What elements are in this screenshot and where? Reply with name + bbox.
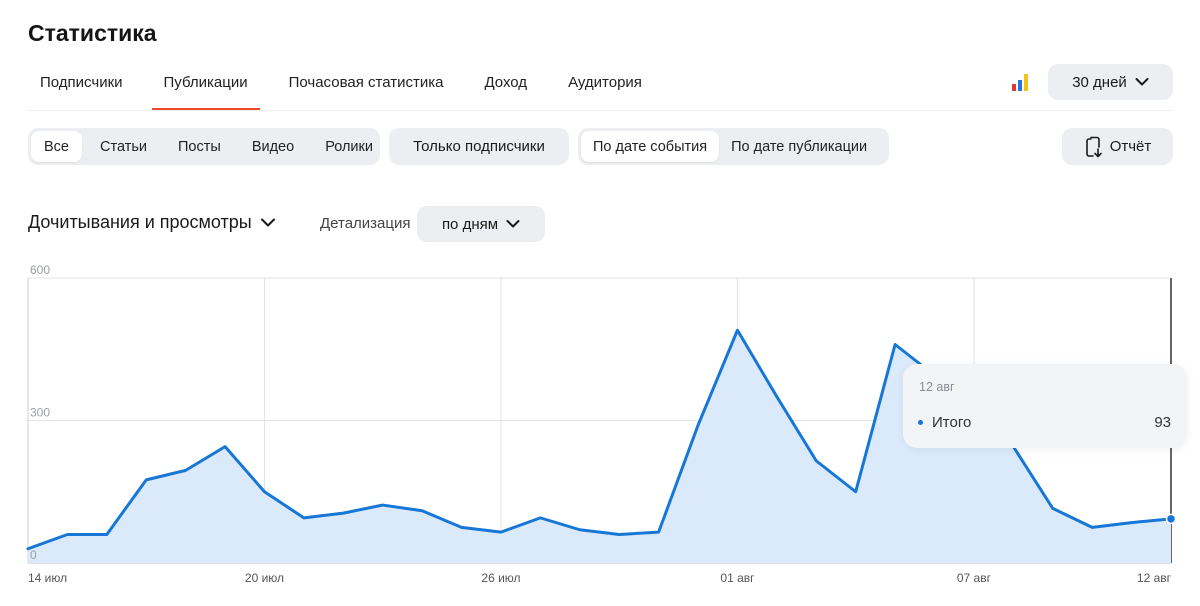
chevron-down-icon: [1135, 78, 1149, 86]
tab-audience[interactable]: Аудитория: [556, 62, 654, 110]
metric-label: Дочитывания и просмотры: [28, 212, 252, 232]
y-tick-label: 300: [30, 406, 50, 420]
page-title: Статистика: [28, 20, 157, 46]
report-download-icon: [1085, 136, 1102, 157]
tooltip-date: 12 авг: [919, 380, 955, 394]
x-tick-label: 01 авг: [720, 571, 755, 585]
tabs-divider: [28, 110, 1172, 111]
date-mode-publication[interactable]: По дате публикации: [719, 131, 879, 162]
report-label: Отчёт: [1109, 138, 1152, 155]
chevron-down-icon: [506, 220, 520, 228]
x-tick-label: 14 июл: [28, 571, 67, 585]
metric-select[interactable]: Дочитывания и просмотры: [28, 212, 276, 233]
subscribers-only-toggle[interactable]: Только подписчики: [389, 128, 569, 165]
bar-chart-icon[interactable]: [1010, 72, 1032, 92]
filter-videos[interactable]: Видео: [239, 131, 307, 162]
x-tick-label: 20 июл: [245, 571, 284, 585]
tab-hourly-stats[interactable]: Почасовая статистика: [277, 62, 456, 110]
x-tick-label: 26 июл: [481, 571, 520, 585]
filter-all[interactable]: Все: [31, 131, 82, 162]
content-type-filter: Все Статьи Посты Видео Ролики: [28, 128, 380, 165]
tooltip-series-label: Итого: [932, 414, 972, 431]
chart-tooltip: 12 авг Итого 93: [903, 364, 1187, 448]
x-tick-label: 07 авг: [957, 571, 992, 585]
filter-posts[interactable]: Посты: [165, 131, 234, 162]
date-mode-event[interactable]: По дате события: [581, 131, 720, 162]
y-tick-label: 600: [30, 263, 50, 277]
detail-value: по дням: [441, 215, 499, 233]
y-tick-label: 0: [30, 548, 37, 562]
period-select[interactable]: 30 дней: [1048, 64, 1173, 100]
tab-subscribers[interactable]: Подписчики: [28, 62, 135, 110]
filter-shorts[interactable]: Ролики: [312, 131, 386, 162]
detail-label: Детализация: [320, 215, 411, 232]
highlighted-data-point: [1165, 513, 1177, 525]
tooltip-series-value: 93: [1154, 414, 1171, 431]
tab-income[interactable]: Доход: [472, 62, 539, 110]
chevron-down-icon: [260, 218, 275, 227]
report-button[interactable]: Отчёт: [1062, 128, 1173, 165]
tab-publications[interactable]: Публикации: [151, 62, 260, 110]
filter-articles[interactable]: Статьи: [87, 131, 160, 162]
x-tick-label: 12 авг: [1137, 571, 1172, 585]
date-mode-filter: По дате события По дате публикации: [578, 128, 889, 165]
section-tabs: Подписчики Публикации Почасовая статисти…: [28, 62, 654, 110]
detail-select[interactable]: по дням: [417, 206, 545, 242]
tooltip-series-dot: [918, 420, 923, 425]
period-label: 30 дней: [1072, 73, 1127, 91]
